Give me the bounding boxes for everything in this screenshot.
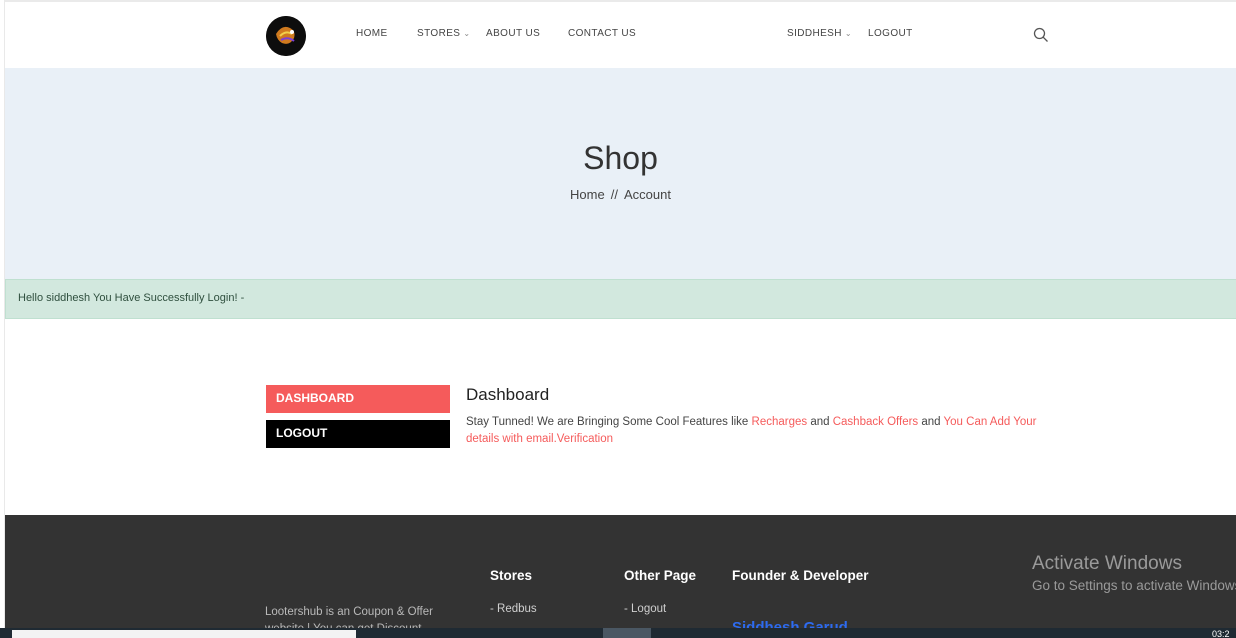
footer-other-page-heading: Other Page (624, 568, 697, 583)
footer-founder-heading: Founder & Developer (732, 568, 869, 583)
chevron-down-icon: ⌄ (463, 29, 471, 38)
cashback-offers-link[interactable]: Cashback Offers (833, 416, 918, 428)
breadcrumb-home[interactable]: Home (570, 187, 605, 202)
taskbar-clock: 03:2 (1212, 629, 1230, 638)
nav-stores-label: STORES (417, 28, 461, 39)
activate-windows-title: Activate Windows (1032, 553, 1182, 574)
logo-graphic (266, 16, 306, 56)
taskbar-search-box[interactable] (12, 630, 356, 638)
site-header: HOME STORES ⌄ ABOUT US CONTACT US SIDDHES… (5, 2, 1236, 68)
message-text-1: Stay Tunned! We are Bringing Some Cool F… (466, 416, 752, 428)
logo-icon[interactable] (266, 16, 306, 56)
dashboard-title: Dashboard (466, 385, 550, 404)
footer-link-logout[interactable]: - Logout (624, 603, 666, 615)
sidebar-logout-button[interactable]: LOGOUT (266, 420, 450, 448)
recharges-link[interactable]: Recharges (752, 416, 808, 428)
footer-stores-heading: Stores (490, 568, 533, 583)
page-title: Shop (583, 140, 658, 176)
chevron-down-icon: ⌄ (844, 29, 852, 38)
breadcrumb: Home // Account (5, 187, 1236, 202)
nav-user-menu[interactable]: SIDDHESH ⌄ (787, 28, 852, 39)
message-text-3: and (918, 416, 944, 428)
taskbar-active-app[interactable] (603, 628, 651, 638)
nav-about-us[interactable]: ABOUT US (486, 28, 540, 39)
search-icon[interactable] (1032, 26, 1050, 44)
footer-link-redbus[interactable]: - Redbus (490, 603, 537, 615)
page-hero: Shop Home // Account (5, 68, 1236, 279)
user-name-label: SIDDHESH (787, 28, 842, 39)
nav-stores[interactable]: STORES ⌄ (417, 28, 470, 39)
success-alert: Hello siddhesh You Have Successfully Log… (5, 279, 1236, 319)
nav-logout[interactable]: LOGOUT (868, 28, 913, 39)
site-footer: Lootershub is an Coupon & Offer website … (5, 515, 1236, 638)
breadcrumb-separator: // (610, 187, 618, 202)
activate-windows-subtitle: Go to Settings to activate Windows. (1032, 578, 1236, 593)
message-text-2: and (807, 416, 833, 428)
alert-message: Hello siddhesh You Have Successfully Log… (18, 292, 245, 304)
nav-home[interactable]: HOME (356, 28, 388, 39)
dashboard-message: Stay Tunned! We are Bringing Some Cool F… (466, 414, 1046, 448)
nav-contact-us[interactable]: CONTACT US (568, 28, 636, 39)
sidebar-dashboard-button[interactable]: DASHBOARD (266, 385, 450, 413)
breadcrumb-account: Account (623, 187, 671, 202)
